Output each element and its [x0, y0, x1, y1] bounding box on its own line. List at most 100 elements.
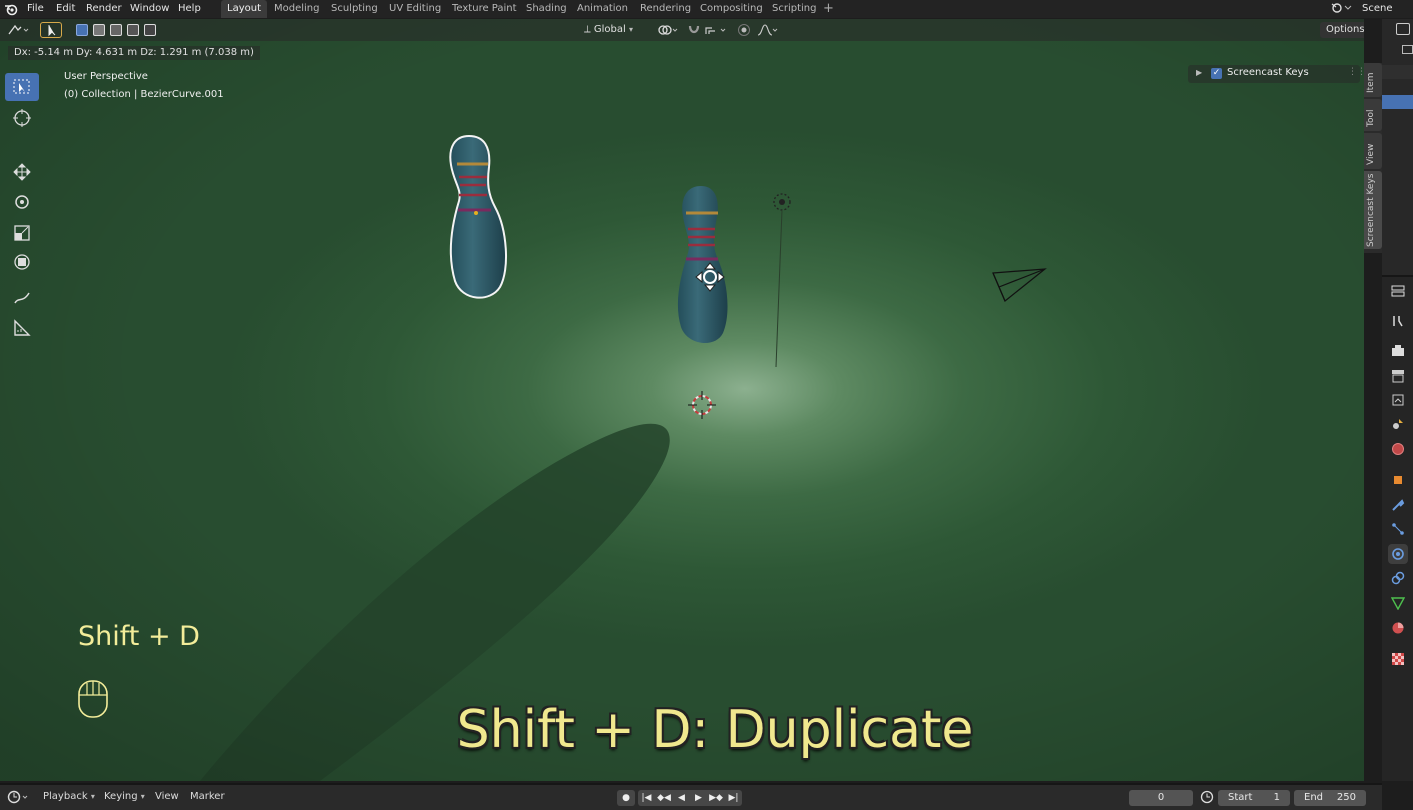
screencast-keys-checkbox[interactable]: ✓: [1211, 68, 1222, 79]
tab-shading[interactable]: Shading: [520, 0, 573, 18]
texture-properties-icon[interactable]: [1388, 649, 1408, 669]
tool-cursor[interactable]: [5, 103, 39, 131]
properties-editor: [1382, 19, 1413, 781]
playback-menu[interactable]: Playback ▾: [43, 791, 95, 802]
data-properties-icon[interactable]: [1388, 593, 1408, 613]
tool-scale[interactable]: [5, 218, 39, 246]
marker-menu[interactable]: Marker: [190, 791, 225, 802]
pivot-point-dropdown[interactable]: [655, 22, 681, 38]
particles-properties-icon[interactable]: [1388, 519, 1408, 539]
properties-editor-type-icon[interactable]: [1388, 281, 1408, 301]
jump-to-start-button[interactable]: |◀: [638, 790, 655, 806]
jump-to-end-button[interactable]: ▶|: [725, 790, 742, 806]
material-properties-icon[interactable]: [1388, 618, 1408, 638]
options-dropdown[interactable]: Options ▾: [1320, 22, 1364, 38]
drag-grip-icon[interactable]: ⋮⋮: [1348, 67, 1364, 77]
viewport-header: ⟂ Global ▾ Options ▾: [0, 19, 1364, 41]
view-menu[interactable]: View: [155, 791, 179, 802]
constraints-properties-icon[interactable]: [1388, 568, 1408, 588]
add-workspace-button[interactable]: +: [823, 0, 834, 17]
tool-rotate[interactable]: [5, 187, 39, 215]
tab-scripting[interactable]: Scripting: [766, 0, 822, 18]
preview-range-icon[interactable]: [1200, 790, 1214, 807]
tool-annotate[interactable]: [5, 283, 39, 311]
outliner-row[interactable]: [1382, 65, 1413, 79]
menu-edit[interactable]: Edit: [56, 0, 75, 18]
select-mode-intersect-icon[interactable]: [144, 24, 156, 36]
tab-texture-paint[interactable]: Texture Paint: [446, 0, 523, 18]
tool-properties-icon[interactable]: [1388, 311, 1408, 331]
menu-window[interactable]: Window: [130, 0, 169, 18]
tab-compositing[interactable]: Compositing: [694, 0, 769, 18]
select-mode-subtract-icon[interactable]: [110, 24, 122, 36]
tab-modeling[interactable]: Modeling: [268, 0, 326, 18]
scene-icon[interactable]: [1331, 1, 1353, 18]
start-frame-field[interactable]: Start 1: [1218, 790, 1290, 806]
render-properties-icon[interactable]: [1388, 341, 1408, 361]
start-label: Start: [1228, 792, 1253, 803]
timeline-header: Playback ▾ Keying ▾ View Marker ● |◀ ◆◀ …: [0, 783, 1382, 810]
view-name-label: User Perspective: [64, 71, 148, 82]
tool-measure[interactable]: [5, 313, 39, 341]
sidebar-tab-screencast-keys[interactable]: Screencast Keys: [1364, 171, 1382, 249]
tab-sculpting[interactable]: Sculpting: [325, 0, 384, 18]
current-frame-field[interactable]: 0: [1129, 790, 1193, 806]
play-button[interactable]: ▶: [690, 790, 707, 806]
view-layer-properties-icon[interactable]: [1388, 390, 1408, 410]
end-value: 250: [1336, 792, 1356, 803]
transform-orientation-dropdown[interactable]: ⟂ Global ▾: [580, 22, 648, 38]
start-value: 1: [1273, 792, 1280, 803]
proportional-edit-toggle[interactable]: [736, 22, 752, 38]
outliner-editor[interactable]: [1382, 19, 1413, 277]
playback-label: Playback: [43, 791, 88, 802]
scene-properties-icon[interactable]: [1388, 414, 1408, 434]
outliner-row-selected[interactable]: [1382, 95, 1413, 109]
editor-type-dropdown[interactable]: [6, 22, 32, 38]
tab-layout[interactable]: Layout: [221, 0, 267, 18]
menu-help[interactable]: Help: [178, 0, 201, 18]
physics-properties-icon[interactable]: [1388, 544, 1408, 564]
end-label: End: [1304, 792, 1324, 803]
tab-animation[interactable]: Animation: [571, 0, 634, 18]
screencast-keys-panel[interactable]: ▶ ✓ Screencast Keys ⋮⋮: [1188, 65, 1364, 83]
outliner-filter-icon[interactable]: [1402, 45, 1413, 54]
select-tool-button[interactable]: [40, 22, 62, 38]
tool-transform[interactable]: [5, 247, 39, 275]
select-mode-invert-icon[interactable]: [127, 24, 139, 36]
blender-logo-icon[interactable]: [4, 2, 18, 16]
end-frame-field[interactable]: End 250: [1294, 790, 1366, 806]
chevron-right-icon[interactable]: ▶: [1196, 68, 1202, 77]
jump-prev-keyframe-button[interactable]: ◆◀: [655, 790, 673, 806]
tab-uv-editing[interactable]: UV Editing: [383, 0, 447, 18]
scene-name[interactable]: Scene: [1362, 0, 1393, 17]
snap-toggle[interactable]: [686, 22, 702, 38]
sidebar-tab-tool[interactable]: Tool: [1364, 99, 1382, 131]
sidebar-tab-view-label: View: [1366, 143, 1376, 165]
auto-keying-button[interactable]: ●: [617, 790, 635, 806]
options-label: Options: [1326, 24, 1364, 35]
outliner-editor-type-icon[interactable]: [1396, 23, 1410, 35]
menu-file[interactable]: File: [27, 0, 44, 18]
jump-next-keyframe-button[interactable]: ▶◆: [707, 790, 725, 806]
tool-select-box[interactable]: [5, 73, 39, 101]
falloff-dropdown[interactable]: [756, 22, 782, 38]
tab-rendering[interactable]: Rendering: [634, 0, 697, 18]
snap-target-dropdown[interactable]: [703, 22, 731, 38]
sidebar-tab-item[interactable]: Item: [1364, 63, 1382, 97]
top-menu-bar: File Edit Render Window Help Layout Mode…: [0, 0, 1413, 18]
timeline-editor-type-icon[interactable]: [6, 789, 32, 808]
sidebar-tab-view[interactable]: View: [1364, 133, 1382, 169]
output-properties-icon[interactable]: [1388, 366, 1408, 386]
tool-move[interactable]: [5, 157, 39, 185]
play-reverse-button[interactable]: ◀: [673, 790, 690, 806]
3d-viewport[interactable]: ⟂ Global ▾ Options ▾ Dx: -5.14 m Dy: 4.6…: [0, 19, 1364, 781]
modifier-properties-icon[interactable]: [1388, 495, 1408, 515]
object-properties-icon[interactable]: [1388, 470, 1408, 490]
world-properties-icon[interactable]: [1388, 439, 1408, 459]
select-mode-extend-icon[interactable]: [93, 24, 105, 36]
keying-menu[interactable]: Keying ▾: [104, 791, 145, 802]
menu-render[interactable]: Render: [86, 0, 122, 18]
select-mode-new-icon[interactable]: [76, 24, 88, 36]
sidebar-tab-screencast-label: Screencast Keys: [1366, 173, 1376, 248]
chevron-down-icon: ▾: [90, 792, 95, 801]
